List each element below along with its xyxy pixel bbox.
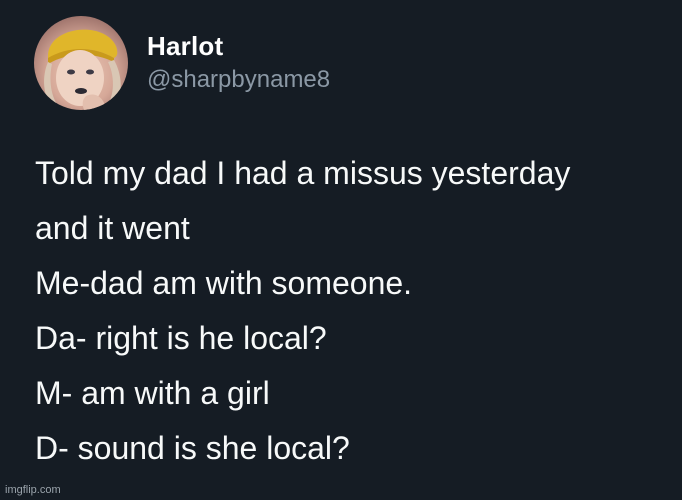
tweet-line: Me-dad am with someone. [35, 265, 413, 301]
tweet-line: M- am with a girl [35, 375, 270, 411]
avatar[interactable] [34, 16, 128, 110]
tweet-line: D- sound is she local? [35, 430, 350, 466]
avatar-photo-icon [44, 29, 121, 110]
user-handle[interactable]: @sharpbyname8 [147, 66, 330, 94]
tweet-line: Told my dad I had a missus yesterday [35, 155, 571, 191]
tweet-card: Harlot @sharpbyname8 Told my dad I had a… [0, 0, 682, 500]
display-name[interactable]: Harlot [147, 31, 223, 62]
tweet-text: Told my dad I had a missus yesterday and… [35, 146, 665, 476]
tweet-line: Da- right is he local? [35, 320, 327, 356]
watermark: imgflip.com [5, 484, 61, 496]
tweet-line: and it went [35, 210, 190, 246]
